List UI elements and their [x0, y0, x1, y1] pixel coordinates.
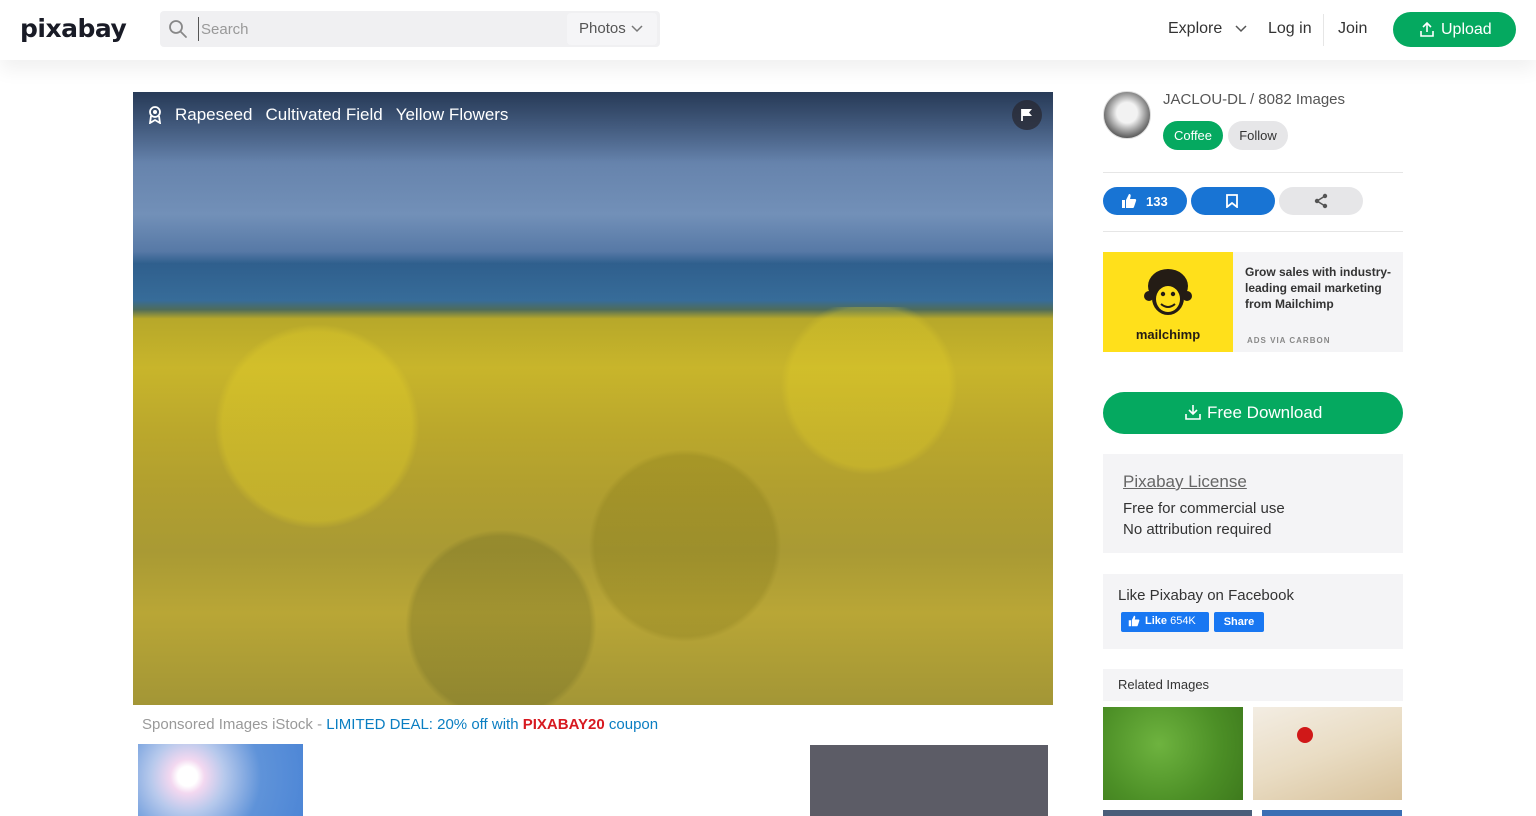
coupon-code[interactable]: PIXABAY20 — [523, 716, 605, 733]
facebook-box: Like Pixabay on Facebook Like 654K Share — [1103, 574, 1403, 649]
nav-divider — [1323, 14, 1324, 46]
nav-explore-label: Explore — [1168, 20, 1223, 37]
photo-top-overlay — [133, 92, 1053, 162]
poppy-shape — [1297, 727, 1313, 743]
carbon-ad[interactable]: mailchimp Grow sales with industry-leadi… — [1103, 252, 1403, 352]
license-link[interactable]: Pixabay License — [1123, 472, 1247, 492]
tag-link[interactable]: Rapeseed — [175, 105, 253, 125]
flag-icon — [1021, 109, 1032, 121]
related-image[interactable] — [1103, 707, 1243, 800]
coupon-suffix[interactable]: coupon — [605, 716, 658, 733]
sponsored-banner: Sponsored Images iStock - LIMITED DEAL: … — [142, 716, 658, 733]
license-line: No attribution required — [1123, 521, 1272, 538]
download-icon — [1185, 405, 1201, 420]
pixabay-logo[interactable]: pixabay — [20, 14, 127, 43]
license-line: Free for commercial use — [1123, 500, 1285, 517]
upload-button[interactable]: Upload — [1393, 12, 1516, 47]
search-input[interactable] — [198, 17, 558, 41]
main-photo[interactable]: Rapeseed Cultivated Field Yellow Flowers — [133, 92, 1053, 705]
coffee-button[interactable]: Coffee — [1163, 121, 1223, 150]
nav-login[interactable]: Log in — [1268, 20, 1312, 38]
related-image[interactable] — [1103, 810, 1252, 816]
like-count: 133 — [1146, 194, 1168, 209]
follow-button[interactable]: Follow — [1228, 121, 1288, 150]
download-label: Free Download — [1207, 403, 1323, 422]
nav-join[interactable]: Join — [1338, 20, 1367, 38]
ad-brand: mailchimp — [1135, 327, 1201, 342]
related-images-heading: Related Images — [1103, 669, 1403, 701]
tag-link[interactable]: Yellow Flowers — [396, 105, 509, 125]
sponsored-image[interactable] — [138, 744, 303, 816]
search-type-dropdown[interactable]: Photos — [567, 13, 657, 45]
facebook-like-label: Like — [1145, 615, 1168, 627]
facebook-like-button[interactable]: Like 654K — [1121, 612, 1209, 632]
upload-label: Upload — [1441, 21, 1492, 38]
deal-link[interactable]: LIMITED DEAL: 20% off with — [326, 716, 522, 733]
search-icon[interactable] — [168, 19, 188, 39]
bookmark-icon — [1226, 194, 1238, 208]
sponsored-prefix: Sponsored Images iStock - — [142, 716, 327, 733]
photo-texture — [133, 307, 1053, 705]
chevron-down-icon — [631, 25, 643, 33]
related-image[interactable] — [1262, 810, 1402, 816]
license-box: Pixabay License Free for commercial use … — [1103, 454, 1403, 553]
ad-via[interactable]: ADS VIA CARBON — [1247, 336, 1330, 345]
divider — [1103, 231, 1403, 232]
facebook-title: Like Pixabay on Facebook — [1118, 587, 1294, 604]
site-header: pixabay Photos Explore Log in Join Uploa… — [0, 0, 1536, 60]
upload-icon — [1420, 22, 1434, 37]
award-icon — [148, 106, 162, 124]
thumbs-up-icon — [1122, 194, 1137, 208]
related-image[interactable] — [1253, 707, 1402, 800]
nav-explore[interactable]: Explore — [1168, 20, 1247, 38]
search-type-label: Photos — [579, 20, 626, 37]
divider — [1103, 172, 1403, 173]
thumbs-up-icon — [1128, 615, 1140, 627]
free-download-button[interactable]: Free Download — [1103, 392, 1403, 434]
ad-text[interactable]: Grow sales with industry-leading email m… — [1245, 264, 1395, 312]
like-button[interactable]: 133 — [1103, 187, 1187, 215]
share-button[interactable] — [1279, 187, 1363, 215]
sponsored-image[interactable] — [810, 745, 1048, 816]
photo-tags: Rapeseed Cultivated Field Yellow Flowers — [147, 105, 521, 125]
mailchimp-monkey-icon — [1144, 269, 1192, 315]
facebook-share-button[interactable]: Share — [1214, 612, 1264, 632]
author-avatar[interactable] — [1103, 91, 1151, 139]
search-bar: Photos — [160, 11, 660, 47]
mailchimp-logo: mailchimp — [1103, 252, 1233, 352]
share-icon — [1314, 193, 1328, 209]
facebook-like-count: 654K — [1170, 615, 1196, 627]
report-button[interactable] — [1012, 100, 1042, 130]
bookmark-button[interactable] — [1191, 187, 1275, 215]
author-name[interactable]: JACLOU-DL / 8082 Images — [1163, 91, 1345, 108]
tag-link[interactable]: Cultivated Field — [266, 105, 383, 125]
chevron-down-icon — [1235, 25, 1247, 32]
